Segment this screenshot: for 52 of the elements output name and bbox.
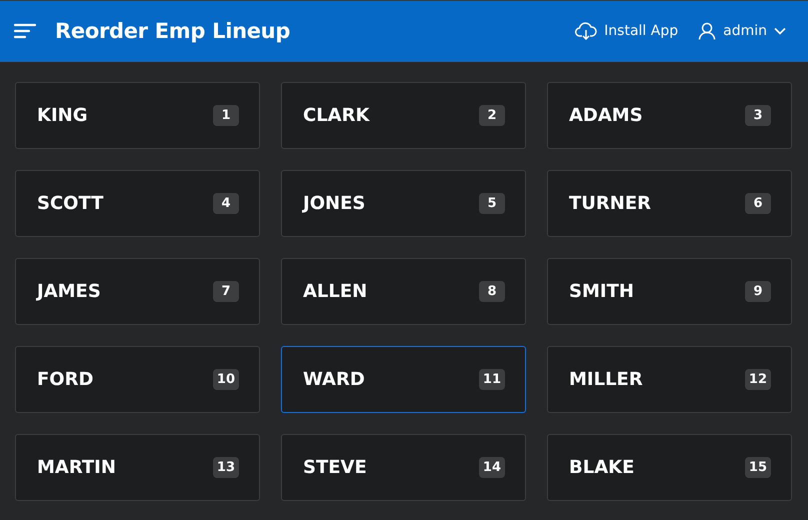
order-badge: 14 [478,457,505,478]
employee-name: SMITH [569,281,634,302]
employee-name: MILLER [569,369,643,390]
employee-card[interactable]: BLAKE 15 [547,434,792,501]
order-badge: 5 [479,193,505,214]
employee-card[interactable]: STEVE 14 [281,434,526,501]
employee-card[interactable]: TURNER 6 [547,170,792,237]
employee-name: ADAMS [569,105,643,126]
employee-name: ALLEN [303,281,368,302]
employee-name: FORD [37,369,94,390]
employee-card[interactable]: MILLER 12 [547,346,792,413]
employee-name: TURNER [569,193,651,214]
employee-name: MARTIN [37,457,116,478]
employee-name: CLARK [303,105,370,126]
employee-card[interactable]: ALLEN 8 [281,258,526,325]
order-badge: 10 [212,369,239,390]
employee-name: JAMES [37,281,101,302]
order-badge: 11 [478,369,505,390]
employee-name: BLAKE [569,457,634,478]
order-badge: 8 [479,281,505,302]
install-app-button[interactable]: Install App [567,22,686,40]
order-badge: 3 [745,105,771,126]
employee-card[interactable]: JONES 5 [281,170,526,237]
employee-card[interactable]: JAMES 7 [15,258,260,325]
employee-name: SCOTT [37,193,104,214]
order-badge: 6 [745,193,771,214]
employee-card[interactable]: ADAMS 3 [547,82,792,149]
employee-name: WARD [303,369,365,390]
chevron-down-icon [774,27,786,35]
employee-name: JONES [303,193,366,214]
app-title: Reorder Emp Lineup [55,19,290,43]
cloud-download-icon [575,22,598,40]
employee-card[interactable]: SMITH 9 [547,258,792,325]
employee-card[interactable]: MARTIN 13 [15,434,260,501]
order-badge: 7 [213,281,239,302]
employee-name: STEVE [303,457,367,478]
user-icon [698,22,716,40]
menu-icon[interactable] [14,23,36,39]
order-badge: 1 [213,105,239,126]
order-badge: 2 [479,105,505,126]
employee-card[interactable]: SCOTT 4 [15,170,260,237]
order-badge: 15 [744,457,771,478]
employee-card[interactable]: FORD 10 [15,346,260,413]
order-badge: 12 [744,369,771,390]
employee-card[interactable]: KING 1 [15,82,260,149]
user-menu-button[interactable]: admin [690,22,794,40]
order-badge: 9 [745,281,771,302]
order-badge: 13 [212,457,239,478]
employee-card[interactable]: WARD 11 [281,346,526,413]
employee-card[interactable]: CLARK 2 [281,82,526,149]
order-badge: 4 [213,193,239,214]
employee-name: KING [37,105,88,126]
